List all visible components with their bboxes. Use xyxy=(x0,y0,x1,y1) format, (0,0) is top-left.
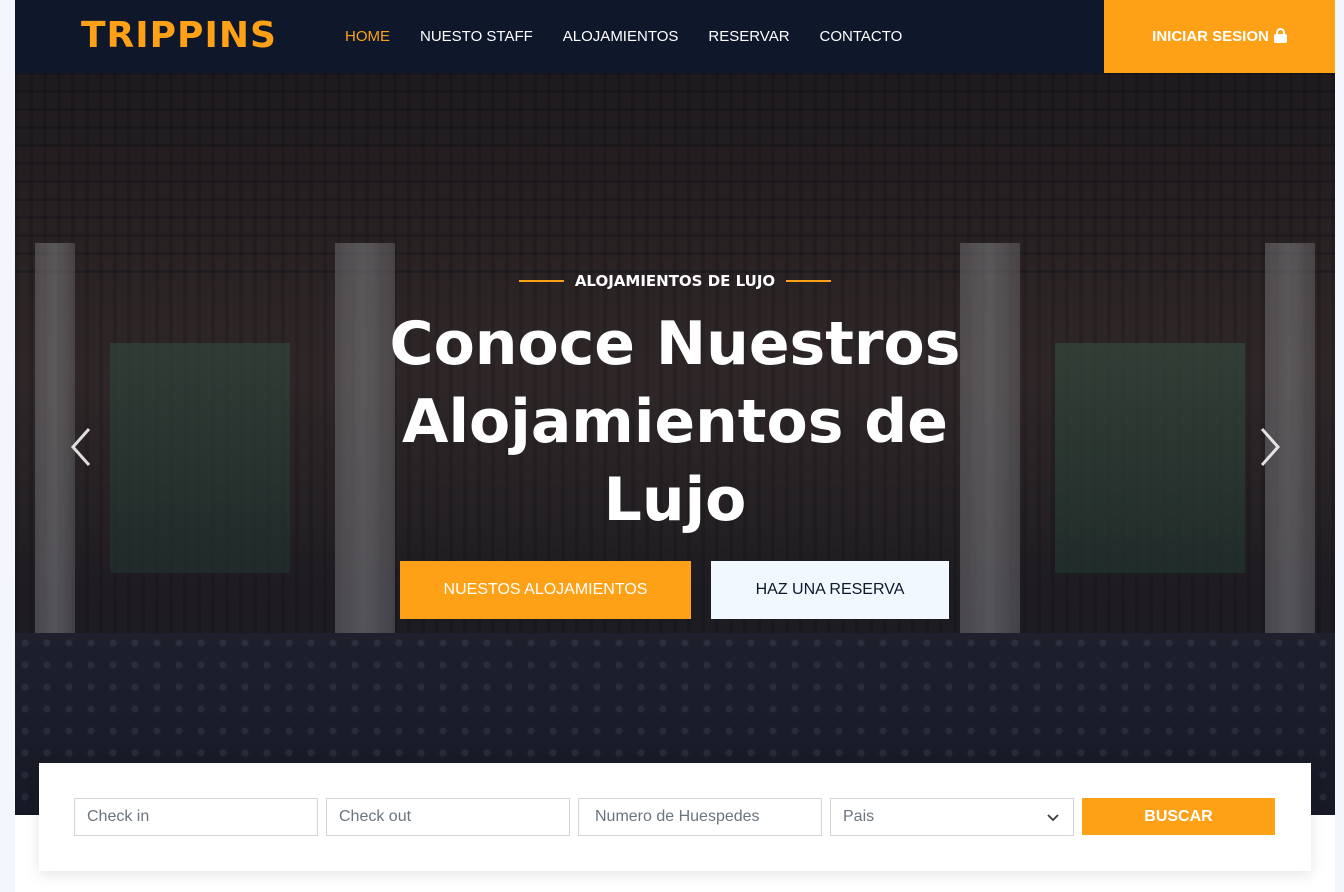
country-select-value: Pais xyxy=(843,808,875,825)
chevron-left-icon[interactable] xyxy=(67,425,97,469)
hero-caption: ALOJAMIENTOS DE LUJO Conoce Nuestros Alo… xyxy=(15,73,1335,815)
nav-item-home[interactable]: HOME xyxy=(345,28,390,45)
subtitle-divider-right xyxy=(786,280,832,282)
checkin-input[interactable] xyxy=(87,808,305,826)
hero-buttons: NUESTOS ALOJAMIENTOS HAZ UNA RESERVA xyxy=(400,561,949,619)
hero-carousel: ALOJAMIENTOS DE LUJO Conoce Nuestros Alo… xyxy=(15,73,1335,815)
hero-title: Conoce Nuestros Alojamientos de Lujo xyxy=(389,309,961,535)
nav-menu: HOME NUESTO STAFF ALOJAMIENTOS RESERVAR … xyxy=(345,0,932,73)
country-select[interactable]: Pais xyxy=(830,798,1074,836)
chevron-down-icon xyxy=(1047,814,1059,822)
checkin-field[interactable] xyxy=(74,798,318,836)
search-button[interactable]: BUSCAR xyxy=(1082,798,1275,835)
booking-search-bar: Pais BUSCAR xyxy=(39,763,1311,871)
brand-logo[interactable]: TRIPPINS xyxy=(81,14,277,58)
hero-subtitle-row: ALOJAMIENTOS DE LUJO xyxy=(15,269,1335,293)
hero-subtitle: ALOJAMIENTOS DE LUJO xyxy=(574,272,776,290)
login-button-label: INICIAR SESION xyxy=(1152,28,1269,45)
nav-item-contacto[interactable]: CONTACTO xyxy=(820,28,903,45)
our-accommodations-button[interactable]: NUESTOS ALOJAMIENTOS xyxy=(400,561,691,619)
scrollbar-track[interactable] xyxy=(1335,0,1344,892)
subtitle-divider-left xyxy=(518,280,564,282)
checkout-field[interactable] xyxy=(326,798,570,836)
login-button[interactable]: INICIAR SESION xyxy=(1104,0,1335,73)
nav-item-reservar[interactable]: RESERVAR xyxy=(708,28,789,45)
nav-item-staff[interactable]: NUESTO STAFF xyxy=(420,28,533,45)
make-reservation-button[interactable]: HAZ UNA RESERVA xyxy=(711,561,949,619)
guests-field[interactable] xyxy=(578,798,822,836)
nav-item-alojamientos[interactable]: ALOJAMIENTOS xyxy=(563,28,679,45)
guests-input[interactable] xyxy=(595,808,809,826)
chevron-right-icon[interactable] xyxy=(1254,425,1284,469)
checkout-input[interactable] xyxy=(339,808,557,826)
navbar: TRIPPINS HOME NUESTO STAFF ALOJAMIENTOS … xyxy=(15,0,1335,73)
page-left-margin xyxy=(0,0,15,892)
lock-icon xyxy=(1273,28,1287,43)
